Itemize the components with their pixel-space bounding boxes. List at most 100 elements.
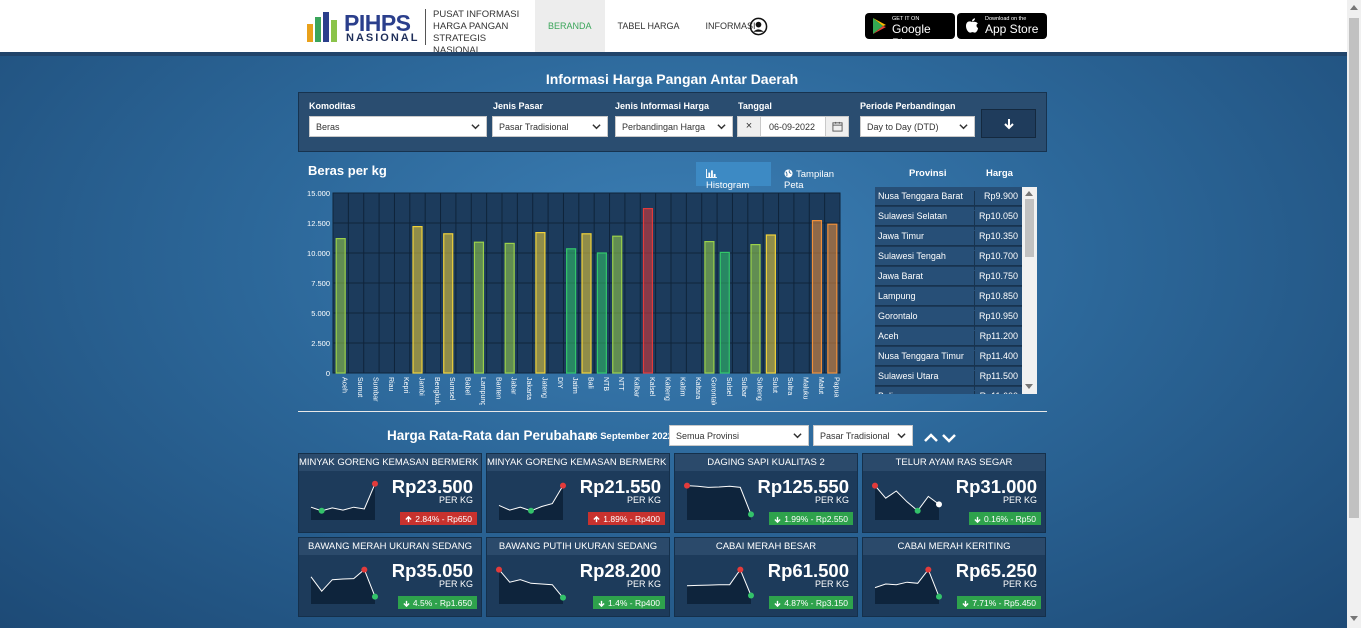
chevron-down-icon	[959, 124, 968, 130]
price-change-text: 4.87% - Rp3.150	[784, 598, 848, 608]
sparkline-area	[311, 569, 375, 604]
x-tick-label: Kalsel	[648, 377, 655, 397]
chevron-down-icon	[793, 433, 802, 439]
sparkline-last-point	[936, 501, 942, 508]
y-tick-label: 7.500	[311, 279, 330, 288]
price-change-badge: 2.84% - Rp650	[400, 512, 477, 525]
arrow-path	[403, 600, 410, 607]
sparkline-max-point	[560, 482, 566, 489]
user-account-icon[interactable]	[749, 17, 768, 36]
histogram-view-button[interactable]: Histogram	[696, 162, 771, 191]
jenis-info-label: Jenis Informasi Harga	[615, 101, 710, 111]
komoditas-label: Komoditas	[309, 101, 356, 111]
bar-bali	[581, 233, 592, 374]
price-change-text: 4.5% - Rp1.650	[412, 598, 472, 608]
price-change-text: 1.4% - Rp400	[608, 598, 660, 608]
market-filter-select[interactable]: Pasar Tradisional	[813, 425, 913, 446]
scroll-down-icon[interactable]	[1350, 616, 1358, 621]
price-unit: PER KG	[626, 495, 661, 505]
province-name: Bali	[878, 391, 893, 394]
table-scrollbar[interactable]	[1022, 187, 1037, 394]
price-change-badge: 7.71% - Rp5.450	[957, 596, 1041, 609]
price-histogram-chart: 0 2.500 5.000 7.500 10.000 12.500 15.000 Aceh Su…	[307, 189, 841, 405]
x-tick-label: Bali	[587, 377, 594, 389]
jenis-pasar-value: Pasar Tradisional	[499, 122, 569, 132]
table-scroll-up-icon[interactable]	[1025, 191, 1033, 196]
province-price: Rp10.950	[974, 311, 1018, 330]
arrow-up-icon	[593, 515, 600, 522]
sparkline-max-point	[372, 480, 378, 487]
jenis-pasar-select[interactable]: Pasar Tradisional	[492, 116, 608, 137]
nav-tabel-harga[interactable]: TABEL HARGA	[605, 0, 693, 56]
province-filter-select[interactable]: Semua Provinsi	[669, 425, 809, 446]
commodity-card[interactable]: BAWANG MERAH UKURAN SEDANG Rp35.050 PER KG…	[298, 537, 482, 617]
sparkline-area	[311, 483, 375, 520]
price-sparkline	[872, 482, 942, 520]
page-scrollbar[interactable]	[1347, 0, 1361, 628]
table-scroll-down-icon[interactable]	[1025, 384, 1033, 389]
x-tick-label: Kaltim	[679, 377, 686, 397]
bar-ntt	[612, 235, 623, 374]
commodity-card[interactable]: CABAI MERAH BESAR Rp61.500 PER KG 4.87% - R…	[674, 537, 858, 617]
sparkline-min-point	[372, 593, 378, 600]
x-tick-label: Sulbar	[740, 377, 747, 398]
x-tick-label: Sumsel	[448, 377, 455, 401]
jenis-info-select[interactable]: Perbandingan Harga	[615, 116, 733, 137]
app-store-big: App Store	[985, 22, 1039, 36]
x-tick-label: Kalteng	[663, 377, 670, 401]
komoditas-select[interactable]: Beras	[309, 116, 487, 137]
collapse-expand-icon[interactable]	[923, 428, 959, 446]
y-tick-label: 12.500	[307, 219, 330, 228]
nav-beranda[interactable]: BERANDA	[535, 0, 605, 56]
calendar-icon	[832, 121, 843, 132]
sparkline-max-point	[496, 566, 502, 573]
market-filter-value: Pasar Tradisional	[820, 431, 890, 441]
commodity-card[interactable]: TELUR AYAM RAS SEGAR Rp31.000 PER KG 0.16% …	[862, 453, 1046, 533]
google-play-button[interactable]: GET IT ON Google Play	[865, 13, 955, 50]
sparkline-max-point	[737, 566, 744, 573]
x-tick-label: Jatim	[571, 377, 578, 394]
x-tick-label: Kaltara	[694, 377, 701, 399]
commodity-card[interactable]: MINYAK GORENG KEMASAN BERMERK 1 Rp23.500 P…	[298, 453, 482, 533]
province-price: Rp10.700	[974, 251, 1018, 270]
arrow-path	[774, 516, 781, 523]
periode-select[interactable]: Day to Day (DTD)	[860, 116, 975, 137]
pihps-logo[interactable]: PIHPS NASIONAL	[306, 10, 418, 44]
province-name: Jawa Timur	[878, 231, 925, 241]
province-name: Jawa Barat	[878, 271, 924, 281]
price-unit: PER KG	[814, 495, 849, 505]
x-tick-label: Aceh	[341, 377, 348, 393]
province-name: Sulawesi Selatan	[878, 211, 948, 221]
province-header: Provinsi	[909, 168, 947, 179]
commodity-card[interactable]: DAGING SAPI KUALITAS 2 Rp125.550 PER KG 1.9…	[674, 453, 858, 533]
sparkline-min-point	[914, 507, 921, 514]
arrow-down-icon	[598, 600, 605, 607]
province-name: Lampung	[878, 291, 916, 301]
x-tick-label: Kalbar	[633, 377, 640, 398]
calendar-button[interactable]	[825, 116, 849, 137]
province-price: Rp11.600	[974, 391, 1018, 394]
sparkline-max-point	[925, 566, 932, 573]
app-store-button[interactable]: Download on the App Store	[957, 13, 1047, 39]
table-scrollbar-thumb[interactable]	[1025, 199, 1034, 257]
arrow-down-icon	[774, 516, 781, 523]
apply-filter-button[interactable]	[981, 109, 1036, 138]
price-change-badge: 1.99% - Rp2.550	[769, 512, 853, 525]
map-view-button[interactable]: Tampilan Peta	[774, 162, 858, 191]
commodity-name: MINYAK GORENG KEMASAN BERMERK 2	[487, 454, 669, 471]
scroll-up-icon[interactable]	[1350, 5, 1358, 10]
date-input[interactable]: 06-09-2022	[760, 116, 826, 137]
bar-sulsel	[719, 251, 730, 374]
commodity-name: DAGING SAPI KUALITAS 2	[675, 454, 857, 471]
clear-date-button[interactable]: ×	[737, 116, 761, 137]
jenis-info-value: Perbandingan Harga	[622, 122, 706, 132]
commodity-card[interactable]: BAWANG PUTIH UKURAN SEDANG Rp28.200 PER KG…	[486, 537, 670, 617]
price-sparkline	[686, 566, 754, 604]
province-price: Rp10.850	[974, 291, 1018, 310]
scrollbar-thumb[interactable]	[1349, 18, 1359, 518]
commodity-card[interactable]: MINYAK GORENG KEMASAN BERMERK 2 Rp21.550 P…	[486, 453, 670, 533]
y-tick-label: 2.500	[311, 339, 330, 348]
logo-desc-line: HARGA PANGAN	[433, 21, 509, 32]
commodity-card[interactable]: CABAI MERAH KERITING Rp65.250 PER KG 7.71% …	[862, 537, 1046, 617]
province-price: Rp10.750	[974, 271, 1018, 290]
